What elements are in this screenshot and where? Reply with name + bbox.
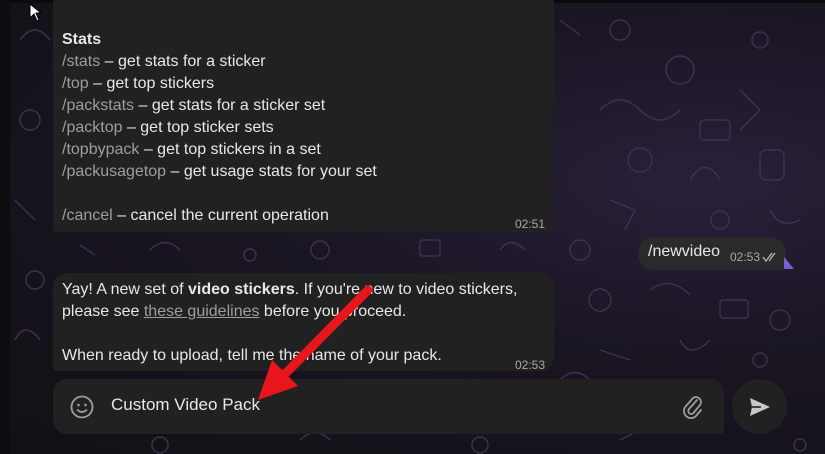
red-arrow-annotation bbox=[258, 285, 373, 400]
